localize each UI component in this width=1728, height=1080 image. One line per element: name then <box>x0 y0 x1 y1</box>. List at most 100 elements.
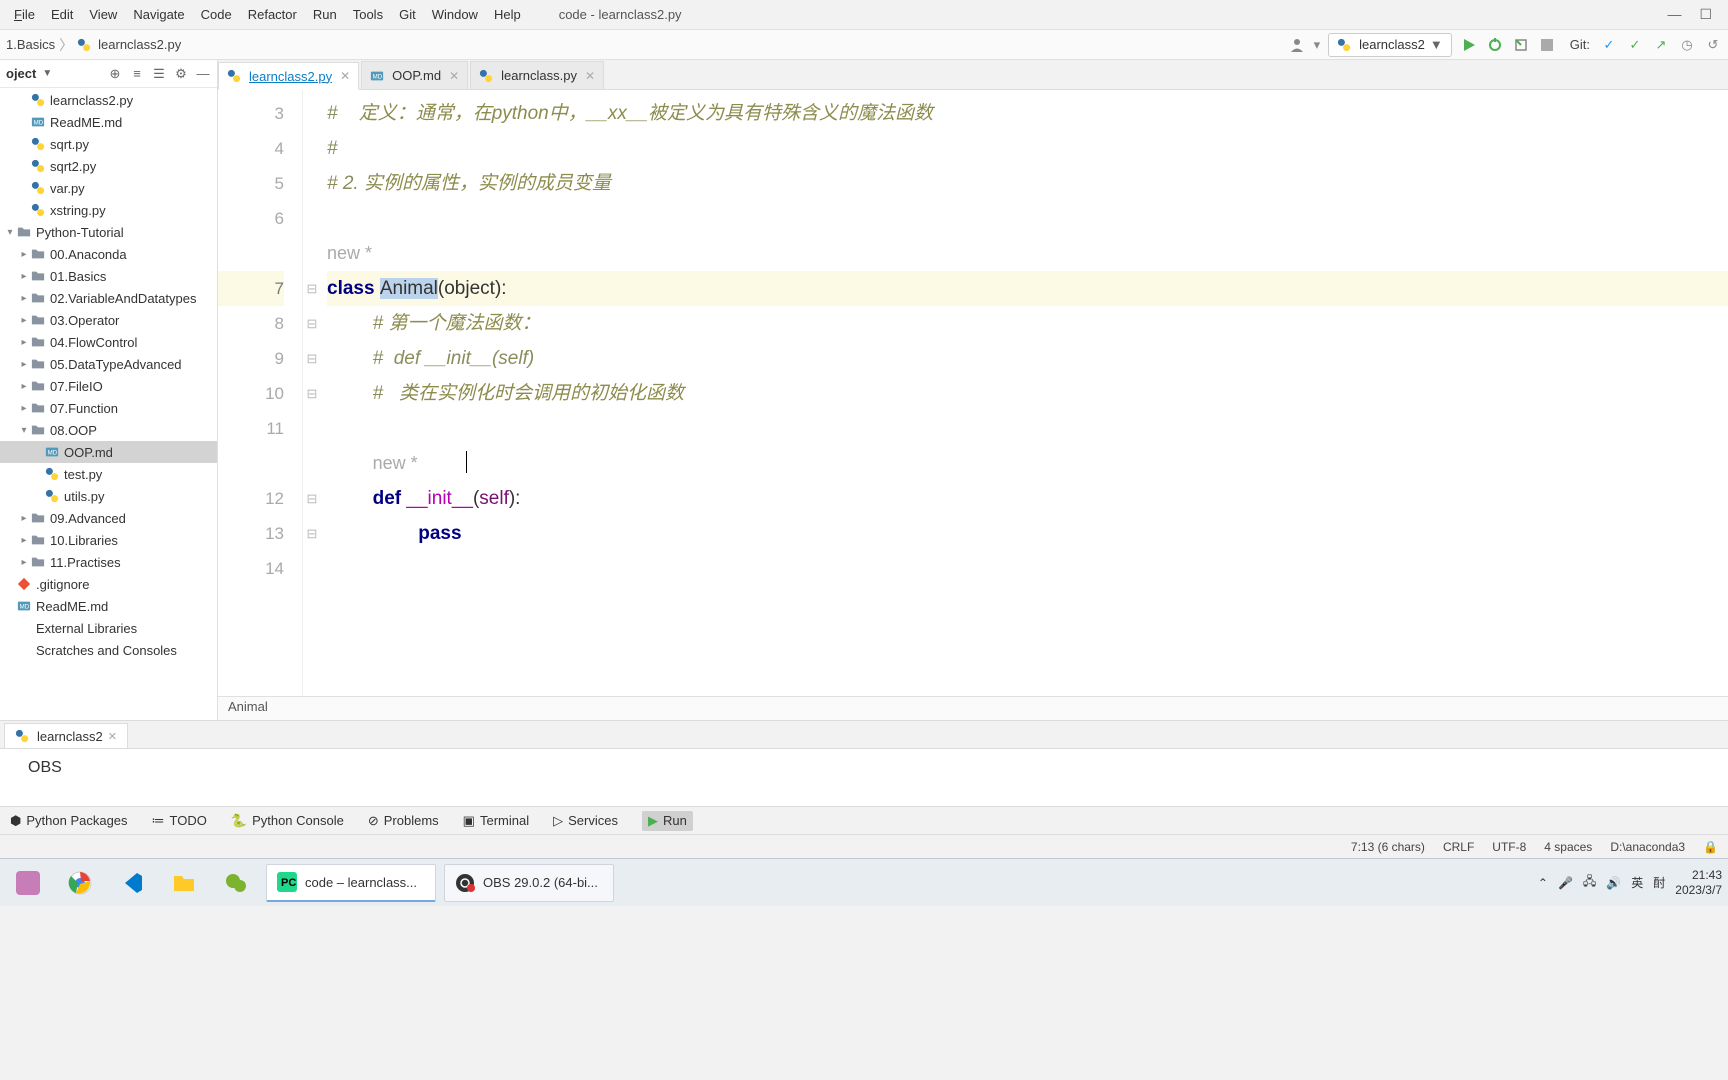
ime-indicator-2[interactable]: 酎 <box>1653 874 1665 891</box>
git-commit-icon[interactable]: ✓ <box>1626 36 1644 54</box>
menu-git[interactable]: Git <box>391 3 424 26</box>
file-item[interactable]: sqrt.py <box>0 133 217 155</box>
menu-view[interactable]: View <box>81 3 125 26</box>
folder-item[interactable]: ▾Python-Tutorial <box>0 221 217 243</box>
gear-icon[interactable]: ⚙ <box>173 66 189 82</box>
todo-button[interactable]: ≔TODO <box>152 813 207 829</box>
editor-tab[interactable]: learnclass.py✕ <box>470 61 604 89</box>
wechat-icon[interactable] <box>214 864 258 902</box>
file-explorer-icon[interactable] <box>162 864 206 902</box>
file-item[interactable]: utils.py <box>0 485 217 507</box>
file-item[interactable]: MDReadME.md <box>0 111 217 133</box>
problems-button[interactable]: ⊘Problems <box>368 813 439 829</box>
editor-tab[interactable]: MDOOP.md✕ <box>361 61 468 89</box>
app-icon-1[interactable] <box>6 864 50 902</box>
file-item[interactable]: test.py <box>0 463 217 485</box>
close-icon[interactable]: ✕ <box>108 730 117 743</box>
folder-item[interactable]: ▸05.DataTypeAdvanced <box>0 353 217 375</box>
network-icon[interactable]: 🖧 <box>1583 872 1596 893</box>
scratches[interactable]: Scratches and Consoles <box>0 639 217 661</box>
file-item[interactable]: learnclass2.py <box>0 89 217 111</box>
lock-icon[interactable]: 🔒 <box>1703 840 1718 854</box>
run-configuration-dropdown[interactable]: learnclass2 ▼ <box>1328 33 1452 57</box>
folder-item[interactable]: ▸10.Libraries <box>0 529 217 551</box>
code-content[interactable]: # 定义：通常，在python中，__xx__被定义为具有特殊含义的魔法函数 #… <box>321 90 1728 696</box>
structure-breadcrumb[interactable]: Animal <box>218 696 1728 720</box>
close-icon[interactable]: ✕ <box>340 69 350 83</box>
select-opened-file-icon[interactable]: ⊕ <box>107 66 123 82</box>
file-item[interactable]: .gitignore <box>0 573 217 595</box>
maximize-button[interactable]: ☐ <box>1699 6 1712 23</box>
terminal-button[interactable]: ▣Terminal <box>463 813 529 829</box>
breadcrumb-part[interactable]: learnclass2.py <box>98 37 181 52</box>
services-button[interactable]: ▷Services <box>553 813 618 829</box>
stop-button[interactable] <box>1538 36 1556 54</box>
menu-file[interactable]: File <box>6 3 43 26</box>
python-console-button[interactable]: 🐍Python Console <box>231 813 344 829</box>
line-gutter[interactable]: 34567891011121314 <box>218 90 303 696</box>
python-interpreter[interactable]: D:\anaconda3 <box>1610 840 1685 854</box>
file-item[interactable]: MDReadME.md <box>0 595 217 617</box>
folder-item[interactable]: ▸01.Basics <box>0 265 217 287</box>
editor[interactable]: 34567891011121314 ⊟⊟⊟⊟⊟⊟ # 定义：通常，在python… <box>218 90 1728 696</box>
menu-refactor[interactable]: Refactor <box>240 3 305 26</box>
taskbar-app-obs[interactable]: OBS 29.0.2 (64-bi... <box>444 864 614 902</box>
debug-button[interactable] <box>1486 36 1504 54</box>
vscode-icon[interactable] <box>110 864 154 902</box>
breadcrumb-part[interactable]: 1.Basics <box>6 37 55 52</box>
run-output-panel[interactable]: OBS <box>0 748 1728 806</box>
menu-window[interactable]: Window <box>424 3 486 26</box>
external-libraries[interactable]: External Libraries <box>0 617 217 639</box>
git-history-icon[interactable]: ◷ <box>1678 36 1696 54</box>
indent-settings[interactable]: 4 spaces <box>1544 840 1592 854</box>
run-tab[interactable]: learnclass2 ✕ <box>4 723 128 748</box>
folder-item[interactable]: ▸09.Advanced <box>0 507 217 529</box>
microphone-icon[interactable]: 🎤 <box>1558 876 1573 890</box>
file-item[interactable]: sqrt2.py <box>0 155 217 177</box>
collapse-all-icon[interactable]: ☰ <box>151 66 167 82</box>
file-item[interactable]: var.py <box>0 177 217 199</box>
editor-tab[interactable]: learnclass2.py✕ <box>218 62 359 90</box>
git-update-icon[interactable]: ✓ <box>1600 36 1618 54</box>
folder-item[interactable]: ▾08.OOP <box>0 419 217 441</box>
run-coverage-button[interactable] <box>1512 36 1530 54</box>
run-tool-button[interactable]: ▶Run <box>642 811 693 831</box>
hide-icon[interactable]: — <box>195 66 211 82</box>
file-encoding[interactable]: UTF-8 <box>1492 840 1526 854</box>
tray-chevron-up-icon[interactable]: ⌃ <box>1538 876 1548 890</box>
menu-code[interactable]: Code <box>193 3 240 26</box>
folder-item[interactable]: ▸04.FlowControl <box>0 331 217 353</box>
folder-item[interactable]: ▸03.Operator <box>0 309 217 331</box>
python-packages-button[interactable]: ⬢Python Packages <box>10 813 128 829</box>
git-push-icon[interactable]: ↗ <box>1652 36 1670 54</box>
chevron-down-icon[interactable]: ▼ <box>42 68 52 79</box>
cursor-position[interactable]: 7:13 (6 chars) <box>1351 840 1425 854</box>
file-item[interactable]: xstring.py <box>0 199 217 221</box>
expand-all-icon[interactable]: ≡ <box>129 66 145 82</box>
project-tree[interactable]: learnclass2.pyMDReadME.mdsqrt.pysqrt2.py… <box>0 88 217 720</box>
file-item[interactable]: MDOOP.md <box>0 441 217 463</box>
fold-column[interactable]: ⊟⊟⊟⊟⊟⊟ <box>303 90 321 696</box>
menu-edit[interactable]: Edit <box>43 3 81 26</box>
menu-run[interactable]: Run <box>305 3 345 26</box>
user-icon[interactable] <box>1288 36 1306 54</box>
clock[interactable]: 21:43 2023/3/7 <box>1675 868 1722 897</box>
folder-item[interactable]: ▸02.VariableAndDatatypes <box>0 287 217 309</box>
chrome-icon[interactable] <box>58 864 102 902</box>
run-button[interactable] <box>1460 36 1478 54</box>
menu-help[interactable]: Help <box>486 3 529 26</box>
menu-navigate[interactable]: Navigate <box>125 3 192 26</box>
folder-item[interactable]: ▸11.Practises <box>0 551 217 573</box>
folder-item[interactable]: ▸00.Anaconda <box>0 243 217 265</box>
close-icon[interactable]: ✕ <box>585 69 595 83</box>
taskbar-app-pycharm[interactable]: PC code – learnclass... <box>266 864 436 902</box>
folder-item[interactable]: ▸07.Function <box>0 397 217 419</box>
folder-item[interactable]: ▸07.FileIO <box>0 375 217 397</box>
line-separator[interactable]: CRLF <box>1443 840 1474 854</box>
volume-icon[interactable]: 🔊 <box>1606 876 1621 890</box>
close-icon[interactable]: ✕ <box>449 69 459 83</box>
minimize-button[interactable]: — <box>1667 6 1681 23</box>
git-rollback-icon[interactable]: ↺ <box>1704 36 1722 54</box>
menu-tools[interactable]: Tools <box>345 3 391 26</box>
ime-indicator[interactable]: 英 <box>1631 874 1643 891</box>
